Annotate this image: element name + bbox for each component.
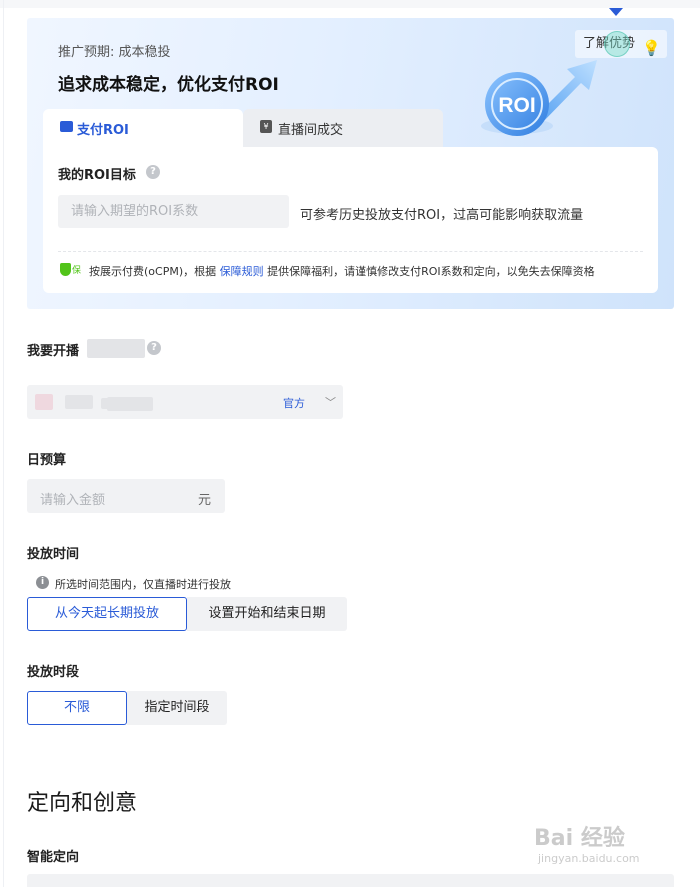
tab-pay-roi-label: 支付ROI (77, 123, 129, 138)
info-icon: i (36, 576, 49, 589)
watermark-brand: Bai 经验 (534, 826, 625, 851)
hero-title: 追求成本稳定，优化支付ROI (58, 75, 279, 95)
roi-target-input[interactable] (58, 195, 289, 228)
tab-live-room-deal-label: 直播间成交 (278, 123, 344, 138)
shield-icon: 保 (60, 263, 82, 276)
help-icon[interactable]: ? (146, 165, 160, 179)
redacted-text (107, 397, 153, 411)
left-divider (3, 0, 4, 887)
watermark-logo: Bai 经验 jingyan.baidu.com (534, 812, 664, 872)
budget-unit: 元 (198, 493, 212, 508)
smart-targeting-label: 智能定向 (27, 850, 80, 865)
budget-input[interactable]: 请输入金额 元 (27, 479, 225, 513)
time-info-text: 所选时间范围内，仅直播时进行投放 (55, 578, 231, 591)
budget-label: 日预算 (27, 453, 67, 468)
roi-settings-panel: 我的ROI目标 ? 可参考历史投放支付ROI，过高可能影响获取流量 保 按展示付… (43, 147, 658, 293)
roi-target-label: 我的ROI目标 (58, 168, 136, 183)
chevron-down-icon: ﹀ (325, 396, 336, 409)
cursor-highlight-icon (604, 31, 630, 57)
guarantee-notice: 按展示付费(oCPM)，根据 保障规则 提供保障福利，请谨慎修改支付ROI系数和… (89, 265, 595, 278)
guarantee-rules-link[interactable]: 保障规则 (220, 265, 264, 278)
wallet-icon (60, 121, 73, 132)
roi-art-text: ROI (498, 94, 535, 117)
period-option-unlimited[interactable]: 不限 (27, 691, 127, 725)
watermark-url: jingyan.baidu.com (538, 852, 640, 865)
section-title-targeting: 定向和创意 (27, 791, 138, 816)
panel-divider (58, 251, 643, 252)
time-option-long-term[interactable]: 从今天起长期投放 (27, 597, 187, 631)
official-tag: 官方 (283, 397, 305, 410)
promotion-goal-card: 推广预期: 成本稳投 追求成本稳定，优化支付ROI 了解优势 💡 ROI 支付R… (27, 18, 674, 309)
budget-placeholder: 请输入金额 (40, 493, 106, 508)
period-label: 投放时段 (27, 665, 80, 680)
roi-hint-text: 可参考历史投放支付ROI，过高可能影响获取流量 (300, 208, 584, 223)
tab-live-room-deal[interactable]: ¥ 直播间成交 (243, 109, 443, 147)
yen-bag-icon: ¥ (260, 120, 272, 133)
time-option-date-range[interactable]: 设置开始和结束日期 (187, 597, 347, 631)
account-select[interactable]: 官方 ﹀ (27, 385, 343, 419)
roi-illustration-icon: ROI (481, 60, 597, 136)
account-label: 我要开播 (27, 344, 80, 359)
help-icon[interactable]: ? (147, 341, 161, 355)
period-option-specified[interactable]: 指定时间段 (127, 691, 227, 725)
redacted-account-name (87, 339, 145, 358)
hero-subtitle: 推广预期: 成本稳投 (58, 45, 171, 60)
smart-targeting-field[interactable] (27, 874, 674, 887)
time-label: 投放时间 (27, 547, 80, 562)
redacted-text (65, 395, 93, 409)
top-band (0, 0, 700, 8)
redacted-avatar (35, 394, 53, 410)
dropdown-pointer-icon (609, 8, 623, 16)
lightbulb-icon: 💡 (642, 39, 662, 57)
tab-pay-roi[interactable]: 支付ROI (43, 109, 243, 147)
